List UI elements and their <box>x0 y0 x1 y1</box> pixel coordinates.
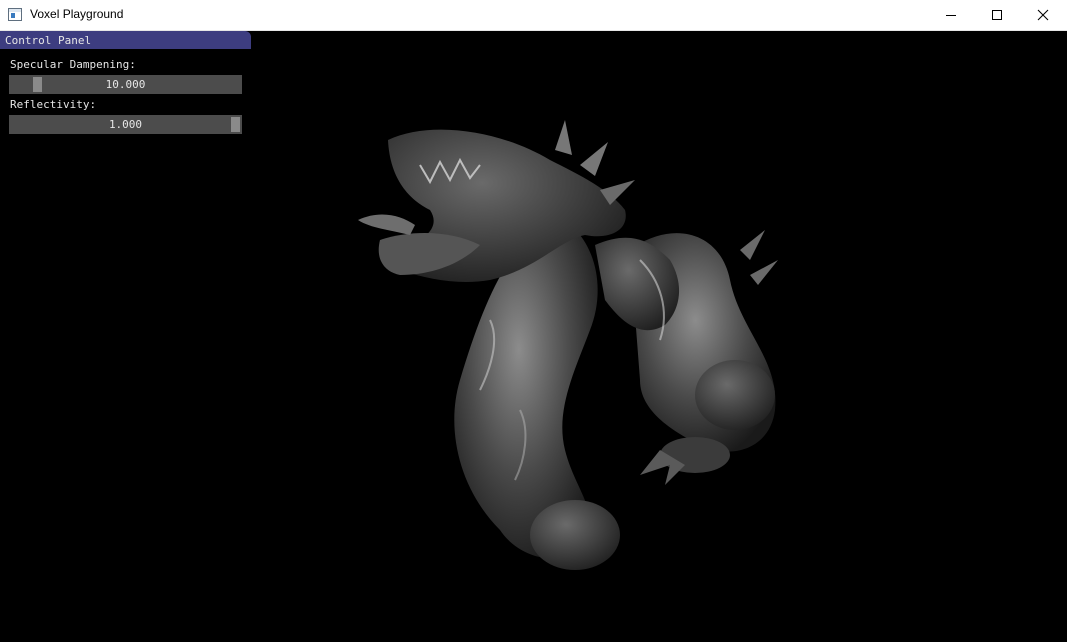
control-panel: Control Panel Specular Dampening: 10.000… <box>0 31 251 136</box>
title-bar[interactable]: Voxel Playground <box>0 0 1067 31</box>
reflectivity-slider[interactable]: 1.000 <box>9 115 242 134</box>
close-icon <box>1037 9 1049 21</box>
app-window-icon <box>8 8 22 21</box>
minimize-button[interactable] <box>928 0 974 30</box>
maximize-icon <box>992 10 1002 20</box>
control-panel-header[interactable]: Control Panel <box>0 31 251 49</box>
reflectivity-value: 1.000 <box>108 118 143 131</box>
control-panel-title: Control Panel <box>5 34 92 47</box>
minimize-icon <box>946 15 956 16</box>
maximize-button[interactable] <box>974 0 1020 30</box>
window-title: Voxel Playground <box>30 7 124 21</box>
specular-dampening-label: Specular Dampening: <box>10 58 136 71</box>
close-button[interactable] <box>1020 0 1066 30</box>
app-window: Voxel Playground Control Panel Specular … <box>0 0 1067 642</box>
reflectivity-label: Reflectivity: <box>10 98 97 111</box>
specular-dampening-value: 10.000 <box>105 78 146 91</box>
specular-dampening-slider[interactable]: 10.000 <box>9 75 242 94</box>
dragon-model <box>358 120 778 570</box>
